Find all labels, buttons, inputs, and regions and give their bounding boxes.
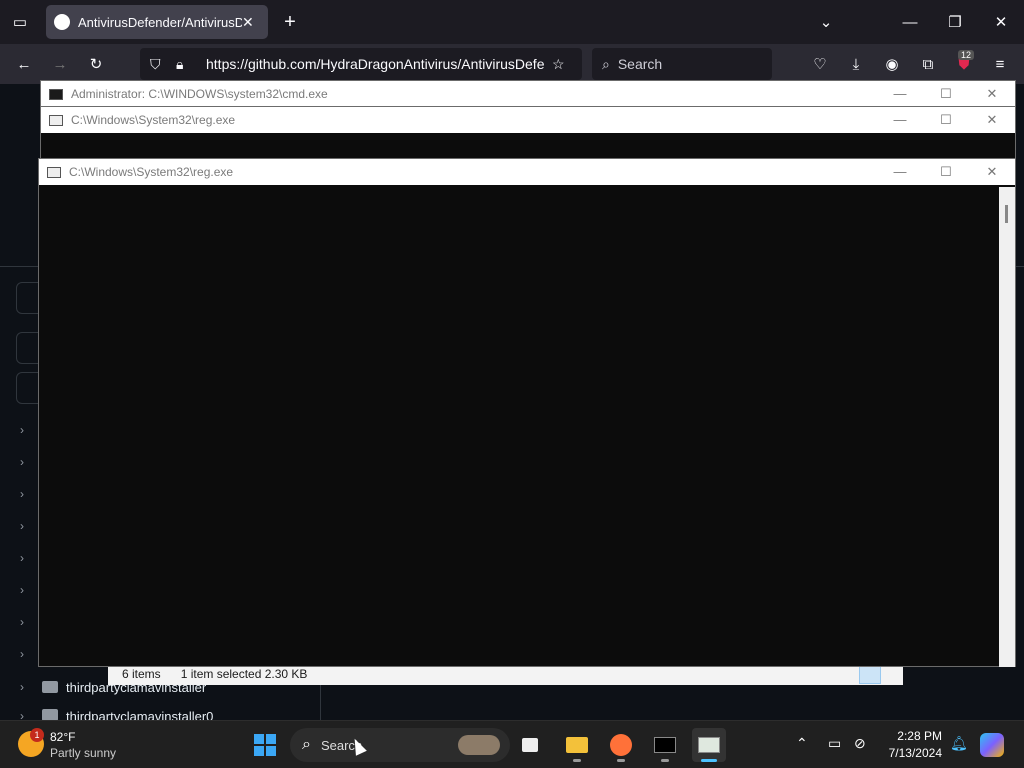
folder-icon	[42, 709, 58, 720]
chevron-right-icon: ›	[20, 647, 24, 661]
tree-item-folder[interactable]: › thirdpartyclamavinstaller0	[0, 703, 320, 720]
scrollbar[interactable]	[999, 187, 1015, 667]
cmd-titlebar[interactable]: Administrator: C:\WINDOWS\system32\cmd.e…	[41, 81, 1015, 107]
tiles-view-icon[interactable]	[881, 664, 903, 684]
search-highlight-icon	[458, 735, 500, 755]
items-count: 6 items	[122, 667, 161, 681]
lock-icon: 🔒︎	[176, 55, 184, 72]
extensions-icon[interactable]: ⧉	[912, 48, 944, 80]
minimize-button[interactable]: —	[877, 164, 923, 180]
copilot-icon[interactable]	[980, 733, 1004, 757]
chevron-right-icon: ›	[20, 455, 24, 469]
restore-button[interactable]: ❐	[939, 6, 971, 38]
start-button[interactable]	[248, 728, 282, 762]
network-icon[interactable]: ⊘	[854, 735, 866, 752]
reg-titlebar[interactable]: C:\Windows\System32\reg.exe — ☐ ✕	[39, 159, 1015, 185]
tree-item-label: thirdpartyclamavinstaller0	[66, 709, 214, 720]
chevron-up-icon[interactable]: ⌃	[796, 735, 808, 752]
close-button[interactable]: ✕	[969, 86, 1015, 102]
minimize-button[interactable]: —	[877, 86, 923, 102]
reg-icon	[49, 114, 63, 126]
file-explorer-icon[interactable]	[560, 728, 594, 762]
notification-bell-icon[interactable]: 🔔︎	[950, 735, 968, 752]
chevron-right-icon: ›	[20, 709, 24, 720]
browser-tab[interactable]: AntivirusDefender/AntivirusDef ✕	[46, 5, 268, 39]
tab-title: AntivirusDefender/AntivirusDef	[78, 14, 242, 30]
weather-badge: 1	[30, 728, 44, 742]
tab-close-icon[interactable]: ✕	[242, 14, 254, 31]
reg-window-2: C:\Windows\System32\reg.exe — ☐ ✕	[38, 158, 1016, 667]
github-favicon-icon	[54, 14, 70, 30]
reg-icon	[47, 166, 61, 178]
minimize-button[interactable]: —	[894, 6, 926, 38]
new-tab-button[interactable]: +	[274, 6, 306, 38]
url-bar[interactable]: ⛉ 🔒︎ https://github.com/HydraDragonAntiv…	[140, 48, 582, 80]
details-view-icon[interactable]	[859, 664, 881, 684]
list-all-tabs-icon[interactable]: ⌄	[810, 6, 842, 38]
taskbar: 1 82°F Partly sunny ⌕ Search ⌃ ▭ ⊘ 2:28 …	[0, 720, 1024, 768]
window-title: Administrator: C:\WINDOWS\system32\cmd.e…	[71, 87, 328, 101]
reg-app-icon[interactable]	[692, 728, 726, 762]
browser-tab-bar: ▭ AntivirusDefender/AntivirusDef ✕ + ⌄ —…	[0, 0, 1024, 44]
reg-titlebar[interactable]: C:\Windows\System32\reg.exe — ☐ ✕	[41, 107, 1015, 133]
chevron-right-icon: ›	[20, 519, 24, 533]
selection-info: 1 item selected 2.30 KB	[180, 667, 308, 681]
chevron-right-icon: ›	[20, 583, 24, 597]
downloads-icon[interactable]: ⤓	[840, 48, 872, 80]
maximize-button[interactable]: ☐	[923, 112, 969, 128]
url-text[interactable]: https://github.com/HydraDragonAntivirus/…	[206, 56, 546, 72]
terminal-icon[interactable]	[648, 728, 682, 762]
chevron-right-icon: ›	[20, 680, 24, 694]
weather-temp: 82°F	[50, 730, 76, 744]
chevron-right-icon: ›	[20, 423, 24, 437]
cmd-icon	[49, 88, 63, 100]
reload-icon[interactable]: ↻	[80, 48, 112, 80]
forward-icon[interactable]: →	[44, 48, 76, 80]
tab-list-icon[interactable]: ▭	[4, 6, 36, 38]
task-view-icon[interactable]	[513, 728, 547, 762]
window-title: C:\Windows\System32\reg.exe	[69, 165, 234, 179]
chevron-right-icon: ›	[20, 551, 24, 565]
bookmark-star-icon[interactable]: ☆	[552, 56, 565, 73]
clock-date[interactable]: 7/13/2024	[884, 746, 942, 760]
menu-icon[interactable]: ≡	[984, 48, 1016, 80]
folder-icon	[42, 681, 58, 693]
maximize-button[interactable]: ☐	[923, 164, 969, 180]
weather-desc: Partly sunny	[50, 746, 117, 760]
extensions-badge: 12	[958, 50, 975, 60]
search-placeholder: Search	[617, 56, 663, 72]
close-button[interactable]: ✕	[985, 6, 1017, 38]
account-icon[interactable]: ◉	[876, 48, 908, 80]
firefox-icon[interactable]	[604, 728, 638, 762]
back-icon[interactable]: ←	[8, 48, 40, 80]
maximize-button[interactable]: ☐	[923, 86, 969, 102]
search-icon: ⌕	[302, 736, 311, 753]
display-icon[interactable]: ▭	[828, 735, 841, 752]
search-box[interactable]: ⌕ Search	[592, 48, 772, 80]
chevron-right-icon: ›	[20, 615, 24, 629]
taskbar-search[interactable]: ⌕ Search	[290, 728, 510, 762]
search-icon: ⌕	[602, 55, 610, 72]
window-title: C:\Windows\System32\reg.exe	[71, 113, 236, 127]
shield-icon: ⛉	[150, 55, 161, 72]
pocket-icon[interactable]: ♡	[804, 48, 836, 80]
close-button[interactable]: ✕	[969, 112, 1015, 128]
clock-time[interactable]: 2:28 PM	[884, 729, 942, 743]
close-button[interactable]: ✕	[969, 164, 1015, 180]
minimize-button[interactable]: —	[877, 112, 923, 128]
chevron-right-icon: ›	[20, 487, 24, 501]
